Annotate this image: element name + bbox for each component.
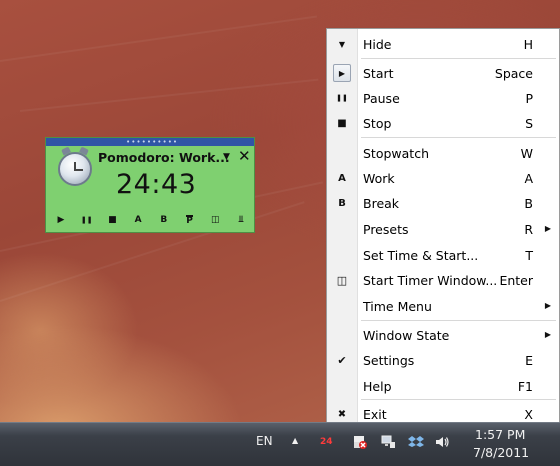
menu-item-set-time[interactable]: Set Time & Start... T (327, 243, 559, 267)
submenu-arrow-icon: ▶ (544, 301, 551, 310)
menu-item-shortcut: S (525, 116, 533, 131)
menu-item-label: Stopwatch (363, 146, 429, 161)
menu-item-window-state[interactable]: Window State ▶ (327, 323, 559, 347)
menu-item-start[interactable]: ▶ Start Space (327, 61, 559, 85)
menu-item-label: Start Timer Window... (363, 273, 498, 288)
work-icon: A (338, 172, 346, 184)
menu-item-break[interactable]: B Break B (327, 191, 559, 215)
context-menu: ▼ Hide H ▶ Start Space ❚❚ Pause P ■ Stop… (326, 28, 560, 426)
tray-timer-badge: 24 (320, 437, 333, 447)
dropbox-icon[interactable] (408, 434, 424, 450)
menu-separator (361, 399, 556, 401)
network-icon[interactable] (380, 434, 396, 450)
menu-separator (361, 58, 556, 60)
show-hidden-icons-icon[interactable]: ▲ (292, 436, 298, 445)
dropdown-icon[interactable]: ▼ (223, 152, 230, 162)
menu-item-label: Window State (363, 328, 450, 343)
desktop-texture (19, 78, 319, 112)
menu-item-label: Settings (363, 353, 415, 368)
break-icon: B (338, 197, 346, 209)
menu-item-label: Stop (363, 116, 392, 131)
presets-button[interactable]: P (181, 212, 199, 228)
submenu-arrow-icon: ▶ (544, 330, 551, 339)
menu-item-shortcut: A (524, 171, 533, 186)
menu-item-shortcut: R (524, 222, 533, 237)
clock-time[interactable]: 1:57 PM (475, 427, 525, 442)
menu-item-shortcut: X (524, 407, 533, 422)
desktop-texture (0, 15, 318, 62)
stop-icon: ■ (337, 117, 347, 129)
menu-item-label: Work (363, 171, 395, 186)
presets-icon: P (186, 214, 193, 226)
menu-item-shortcut: W (520, 146, 533, 161)
clock-date[interactable]: 7/8/2011 (473, 445, 529, 460)
pause-icon: ❚❚ (80, 216, 93, 224)
close-icon[interactable]: ✕ (238, 147, 251, 165)
menu-item-label: Exit (363, 407, 387, 422)
taskbar: EN ▲ 24 1:57 PM 7/8/2011 (0, 422, 560, 466)
menu-item-label: Help (363, 379, 392, 394)
work-button[interactable]: A (129, 212, 147, 228)
menu-item-pause[interactable]: ❚❚ Pause P (327, 86, 559, 110)
menu-separator (361, 137, 556, 139)
menu-item-shortcut: B (524, 196, 533, 211)
menu-separator (361, 320, 556, 322)
menu-item-shortcut: Space (494, 66, 533, 81)
menu-item-settings[interactable]: ✔ Settings E (327, 348, 559, 372)
menu-item-stop[interactable]: ■ Stop S (327, 111, 559, 135)
menu-item-label: Time Menu (363, 299, 432, 314)
break-button[interactable]: B (155, 212, 173, 228)
pause-icon: ❚❚ (336, 94, 348, 102)
widget-controls: ▶ ❚❚ ■ A B P ◫ ⫫ (52, 212, 250, 228)
timer-window-button[interactable]: ◫ (206, 212, 224, 228)
start-icon: ▶ (57, 215, 65, 225)
timer-window-icon: ◫ (336, 273, 348, 287)
menu-item-shortcut: P (525, 91, 533, 106)
menu-item-time-menu[interactable]: Time Menu ▶ (327, 294, 559, 318)
submenu-arrow-icon: ▶ (544, 224, 551, 233)
menu-item-work[interactable]: A Work A (327, 166, 559, 190)
start-icon: ▶ (333, 64, 351, 82)
menu-item-label: Presets (363, 222, 409, 237)
pomodoro-widget[interactable]: •••••••••• Pomodoro: Work... ▼ ✕ 24:43 ▶… (45, 137, 255, 233)
menu-item-label: Break (363, 196, 400, 211)
checkmark-icon: ✔ (337, 353, 347, 367)
language-indicator[interactable]: EN (256, 434, 273, 448)
menu-item-stopwatch[interactable]: Stopwatch W (327, 141, 559, 165)
break-icon: B (160, 215, 168, 225)
menu-item-help[interactable]: Help F1 (327, 374, 559, 398)
stopwatch-icon (58, 152, 92, 186)
volume-icon[interactable] (434, 434, 450, 450)
drag-handle[interactable]: •••••••••• (46, 138, 254, 146)
timer-window-icon: ◫ (210, 215, 220, 225)
menu-item-shortcut: F1 (517, 379, 533, 394)
menu-item-start-timer-window[interactable]: ◫ Start Timer Window... Enter (327, 268, 559, 292)
menu-item-shortcut: Enter (499, 273, 533, 288)
pin-icon: ⫫ (238, 215, 244, 225)
hide-icon: ▼ (338, 39, 346, 49)
menu-item-label: Start (363, 66, 394, 81)
menu-item-hide[interactable]: ▼ Hide H (327, 32, 559, 56)
menu-item-presets[interactable]: Presets R ▶ (327, 217, 559, 241)
pin-button[interactable]: ⫫ (232, 212, 250, 228)
menu-item-shortcut: E (525, 353, 533, 368)
menu-item-label: Set Time & Start... (363, 248, 479, 263)
menu-item-label: Hide (363, 37, 392, 52)
widget-title: Pomodoro: Work... (98, 150, 230, 165)
timer-display: 24:43 (116, 169, 197, 200)
start-button[interactable]: ▶ (52, 212, 70, 228)
action-center-flag-icon[interactable] (352, 434, 368, 450)
menu-item-label: Pause (363, 91, 400, 106)
stop-button[interactable]: ■ (103, 212, 121, 228)
pause-button[interactable]: ❚❚ (78, 212, 96, 228)
pomodoro-tray-icon[interactable]: 24 (318, 434, 334, 450)
menu-item-shortcut: T (525, 248, 533, 263)
grip-dots: •••••••••• (126, 138, 179, 146)
stop-icon: ■ (108, 215, 117, 225)
work-icon: A (134, 215, 142, 225)
menu-item-shortcut: H (523, 37, 533, 52)
